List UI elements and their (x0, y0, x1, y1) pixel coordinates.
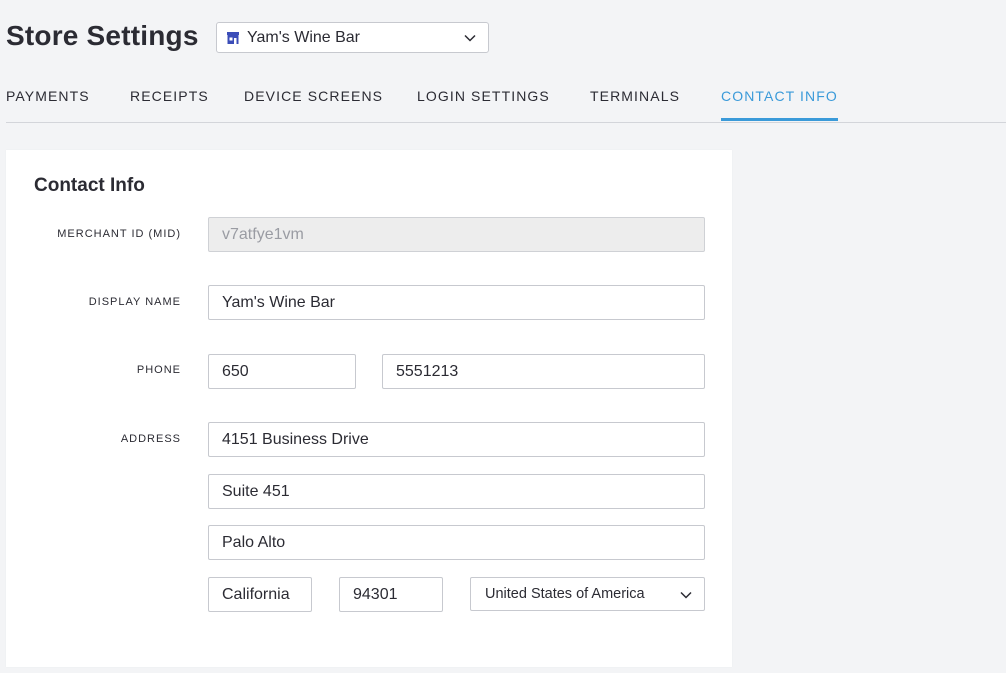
address-line1-field[interactable] (208, 422, 705, 457)
phone-label: PHONE (136, 364, 181, 376)
display-name-field[interactable] (208, 285, 705, 320)
chevron-down-icon (464, 32, 476, 44)
city-field[interactable] (208, 525, 705, 560)
store-selector[interactable]: Yam's Wine Bar (216, 22, 489, 53)
country-select[interactable]: United States of America (470, 577, 705, 611)
merchant-id-label: MERCHANT ID (MID) (57, 228, 181, 240)
tab-login-settings[interactable]: LOGIN SETTINGS (417, 88, 550, 121)
zip-field[interactable] (339, 577, 443, 612)
address-line2-field[interactable] (208, 474, 705, 509)
card-title: Contact Info (34, 175, 145, 196)
tab-payments[interactable]: PAYMENTS (6, 88, 90, 121)
phone-area-code-field[interactable] (208, 354, 356, 389)
store-selector-value: Yam's Wine Bar (247, 28, 361, 46)
tab-terminals[interactable]: TERMINALS (590, 88, 680, 121)
storefront-icon (226, 31, 240, 45)
tab-device-screens[interactable]: DEVICE SCREENS (244, 88, 383, 121)
contact-info-card: Contact Info MERCHANT ID (MID) DISPLAY N… (6, 150, 732, 667)
country-select-value: United States of America (485, 586, 645, 602)
display-name-label: DISPLAY NAME (88, 296, 181, 308)
address-label: ADDRESS (120, 433, 181, 445)
settings-tabs: PAYMENTS RECEIPTS DEVICE SCREENS LOGIN S… (6, 88, 1006, 123)
tab-receipts[interactable]: RECEIPTS (130, 88, 209, 121)
state-field[interactable] (208, 577, 312, 612)
page-title: Store Settings (6, 20, 199, 51)
phone-number-field[interactable] (382, 354, 705, 389)
chevron-down-icon (680, 589, 692, 601)
merchant-id-field (208, 217, 705, 252)
tab-contact-info[interactable]: CONTACT INFO (721, 88, 838, 121)
